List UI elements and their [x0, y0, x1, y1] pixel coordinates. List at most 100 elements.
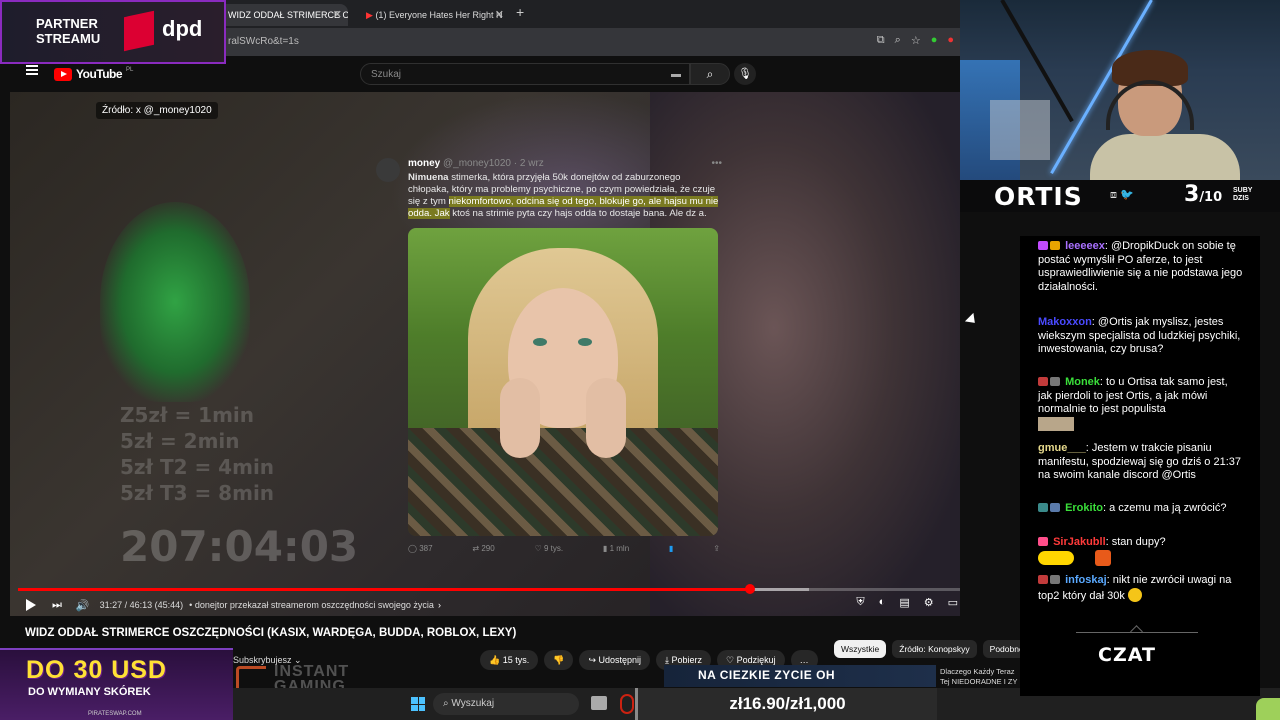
heart-badge-icon [1038, 241, 1048, 250]
video-title: WIDZ ODDAŁ STRIMERCE OSZCZĘDNOŚCI (KASIX… [25, 627, 517, 639]
tweet-handle: @_money1020 · 2 wrz [443, 158, 544, 169]
youtube-wordmark: YouTube [76, 67, 123, 81]
chat-message: SirJakubll: stan dupy? [1038, 536, 1244, 566]
partner-text: PARTNER STREAMU [36, 16, 100, 46]
close-tab-icon[interactable]: ✕ [495, 4, 504, 26]
dislike-button[interactable]: 👎 [544, 650, 574, 670]
subs-label-line: DZIS [1233, 195, 1249, 202]
chat-label: CZAT [1098, 644, 1156, 666]
subs-label-line: SUBY [1233, 187, 1253, 194]
suggested-video-title[interactable]: Dlaczego Każdy Teraz Tej NIEDORADNE I ZY [940, 667, 1020, 687]
chat-divider [1076, 632, 1198, 633]
chip-all[interactable]: Wszystkie [834, 640, 887, 658]
tweet-text: Nimuena stimerka, która przyjęła 50k don… [408, 172, 720, 220]
repost-icon: ⇄ [472, 544, 482, 553]
like-button[interactable]: 👍 15 tys. [480, 650, 539, 670]
tab-active[interactable]: WIDZ ODDAŁ STRIMERCE O ✕ [218, 4, 348, 26]
menu-icon[interactable] [26, 65, 38, 75]
thumbs-up-icon: 👍 [489, 655, 503, 665]
ad-headline: DO 30 USD [26, 656, 167, 684]
subs-counter: 3/10 [1184, 182, 1222, 207]
new-tab-button[interactable]: + [516, 4, 524, 20]
keyboard-icon[interactable]: ▬ [671, 69, 681, 80]
webcam-background-shelf [990, 100, 1050, 160]
buffered-bar [749, 588, 810, 591]
streamer-webcam [960, 0, 1280, 180]
instant-line: INSTANT [274, 663, 350, 680]
taskbar-search-input[interactable]: ⌕ Wyszukaj [433, 693, 579, 715]
chat-username[interactable]: Erokito [1065, 502, 1103, 514]
like-count: ♡ 9 tys. [535, 544, 564, 553]
tweet-stats: ◯ 387 ⇄ 290 ♡ 9 tys. ▮ 1 mln ▮ ⇪ [408, 544, 720, 553]
thanks-label: Podziękuj [736, 655, 776, 665]
url-field[interactable]: ralSWcRo&t=1s [228, 36, 299, 47]
youtube-logo[interactable]: YouTube PL [54, 67, 133, 81]
chat-message: Monek: to u Ortisa tak samo jest, jak pi… [1038, 376, 1244, 432]
volume-icon[interactable]: 🔊 [76, 599, 90, 612]
chat-username[interactable]: leeeeex [1065, 240, 1105, 252]
tweet-author: money [408, 158, 441, 169]
chat-username[interactable]: Makoxxon [1038, 316, 1092, 328]
search-button[interactable]: ⌕ [690, 63, 730, 85]
share-arrow-icon: ↪ [588, 655, 599, 665]
chat-username[interactable]: SirJakubll [1053, 536, 1106, 548]
pepe-icon [1256, 698, 1280, 720]
social-icons: ⧈ 🐦 [1110, 188, 1134, 202]
stream-chat: leeeeex: @DropikDuck on sobie tę postać … [1020, 236, 1260, 616]
more-actions-label: … [799, 655, 809, 665]
dpd-cube-icon [124, 10, 154, 52]
adblock-shield-icon[interactable]: ⛨ [856, 596, 864, 609]
sub-badge-icon [1050, 575, 1060, 584]
chapter-title[interactable]: • donejtor przekazał streamerom oszczędn… [189, 600, 434, 610]
next-icon[interactable]: ⏭ [52, 599, 62, 612]
progress-bar[interactable] [18, 584, 960, 594]
like-count-value: 9 tys. [543, 544, 564, 553]
chat-emote [1038, 416, 1244, 433]
taskbar-app-icon[interactable] [591, 696, 607, 710]
scrubber-handle[interactable] [744, 584, 755, 594]
profile-icon[interactable]: ● [947, 34, 954, 47]
heart-icon: ♡ [534, 544, 544, 553]
rate-line: 5zł = 2min [120, 429, 240, 453]
laugh-emote-icon [1127, 587, 1142, 602]
twitter-icon: 🐦 [1120, 189, 1134, 201]
settings-gear-icon[interactable]: ⚙ [924, 596, 934, 609]
play-icon[interactable] [26, 599, 36, 611]
chevron-right-icon[interactable]: › [438, 600, 441, 610]
autoplay-toggle-icon[interactable]: ◐ [879, 596, 886, 609]
tab-second[interactable]: ▶ (1) Everyone Hates Her Right N ✕ [356, 4, 510, 26]
tweet-card: money @_money1020 · 2 wrz ••• Nimuena st… [376, 158, 722, 558]
streamer-figure [1090, 50, 1240, 180]
repost-count: ⇄ 290 [472, 544, 494, 553]
donation-rates-overlay: Z5zł = 1min 5zł = 2min 5zł T2 = 4min 5zł… [120, 402, 274, 506]
miniplayer-icon[interactable]: ▭ [948, 596, 958, 609]
chat-username[interactable]: gmue___ [1038, 442, 1086, 454]
skin-trade-ad: DO 30 USD DO WYMIANY SKÓREK PIRATESWAP.C… [0, 648, 233, 720]
photo-eye [578, 338, 592, 346]
windows-start-icon[interactable] [411, 697, 425, 711]
player-controls: ⏭ 🔊 31:27 / 46:13 (45:44) • donejtor prz… [10, 594, 960, 616]
voice-search-button[interactable]: 🎙 [734, 63, 756, 85]
search-input[interactable]: Szukaj ▬ [360, 63, 690, 85]
zoom-icon[interactable]: ⌕ [895, 34, 901, 47]
close-tab-icon[interactable]: ✕ [333, 4, 342, 26]
bookmark-star-icon[interactable]: ☆ [911, 34, 921, 47]
bookmark-icon: ▮ [669, 544, 674, 553]
extension-icon[interactable]: ● [931, 34, 938, 47]
cast-icon[interactable]: ⧉ [877, 34, 885, 47]
video-player[interactable]: Z5zł = 1min 5zł = 2min 5zł T2 = 4min 5zł… [10, 92, 960, 616]
chat-text: : a czemu ma ją zwrócić? [1102, 502, 1227, 514]
twitch-icon: ⧈ [1110, 189, 1117, 201]
chat-username[interactable]: Monek [1065, 376, 1100, 388]
tab-title: WIDZ ODDAŁ STRIMERCE O [228, 10, 348, 20]
sub-badge-icon [1050, 377, 1060, 386]
microphone-icon: 🎙 [738, 68, 752, 80]
share-button[interactable]: ↪ Udostępnij [579, 650, 651, 670]
subtitles-icon[interactable]: ▤ [899, 596, 909, 609]
chat-username[interactable]: infoskaj [1065, 574, 1107, 586]
emote-icon [1038, 416, 1074, 431]
thumbs-down-icon: 👎 [553, 655, 565, 665]
time-display: 31:27 / 46:13 (45:44) [99, 600, 184, 610]
chip-source[interactable]: Źródło: Konopskyy [892, 640, 977, 658]
background-green-plant [100, 202, 250, 402]
